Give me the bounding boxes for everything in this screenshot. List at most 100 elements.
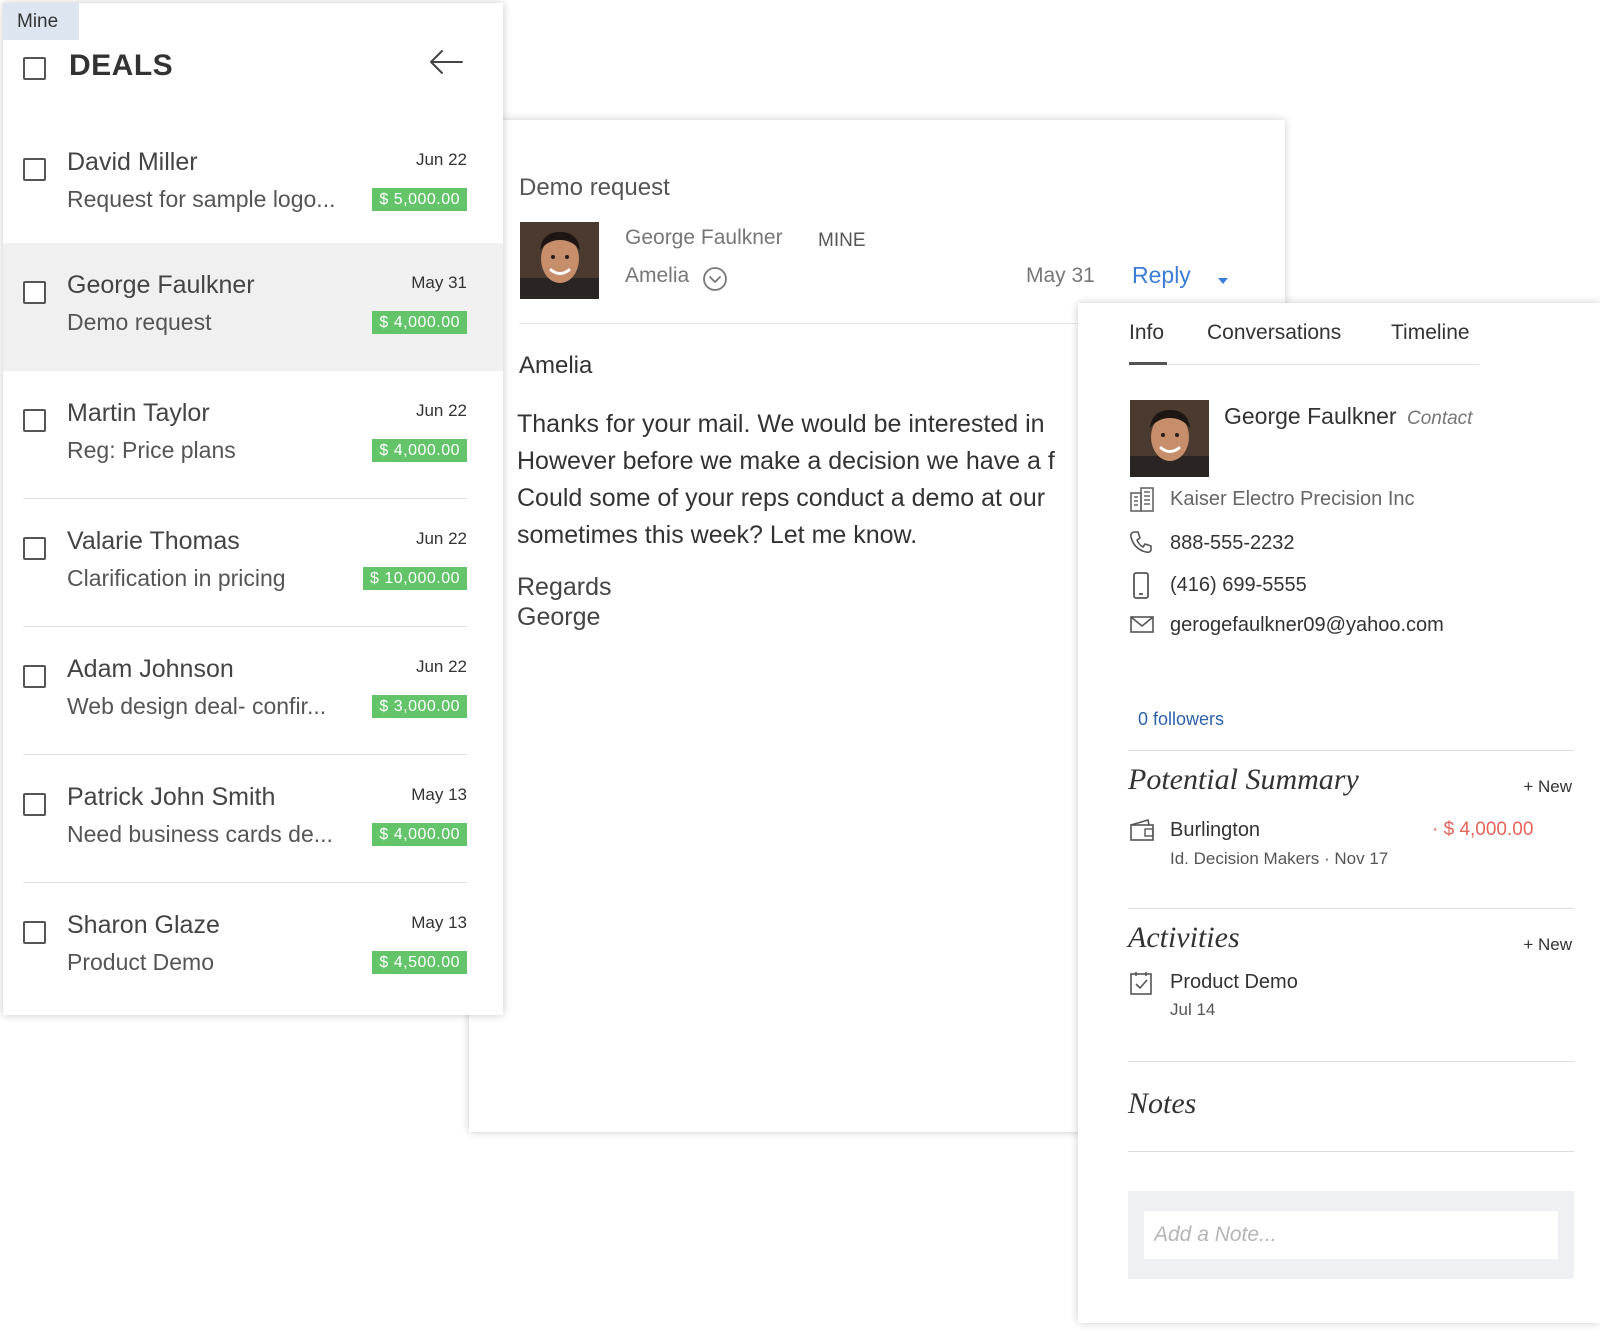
deal-date: Jun 22 [415,150,467,169]
contact-name: George Faulkner Contact [1224,403,1472,430]
tabs-underline [1129,364,1479,365]
task-checkbox-icon [1130,972,1152,995]
email-greeting: Amelia [519,352,593,379]
section-divider [1128,908,1574,909]
deal-subject: Demo request [67,309,212,335]
deal-contact-name: Patrick John Smith [67,783,276,811]
contact-name-text: George Faulkner [1224,403,1397,429]
deal-subject: Request for sample logo... [67,186,336,212]
deal-contact-name: Sharon Glaze [67,911,220,939]
email-body-line: Thanks for your mail. We would be intere… [517,410,1045,438]
email-subject: Demo request [519,174,670,201]
deal-date: Jun 22 [415,657,467,676]
reply-options-caret-icon[interactable] [1216,276,1230,286]
deal-date: Jun 22 [415,529,467,548]
deal-subject: Reg: Price plans [67,437,236,463]
activity-date: Jul 14 [1170,1000,1216,1019]
mobile-phone-icon [1133,572,1149,599]
deal-contact-name: Adam Johnson [67,655,234,683]
email-sender-name: George Faulkner [625,226,783,249]
deal-checkbox[interactable] [23,409,46,432]
section-divider [1128,1151,1574,1152]
email-body: Thanks for your mail. We would be intere… [517,406,1087,556]
deal-row-selected[interactable]: George Faulkner Demo request May 31 $ 4,… [3,243,503,371]
email-address[interactable]: gerogefaulkner09@yahoo.com [1170,614,1444,637]
deal-row[interactable]: Sharon Glaze Product Demo May 13 $ 4,500… [3,883,503,1011]
notes-title: Notes [1128,1087,1197,1120]
activities-title: Activities [1128,921,1240,954]
deal-checkbox[interactable] [23,158,46,181]
chevron-down-circle-icon[interactable] [702,266,728,292]
deal-amount-badge: $ 3,000.00 [372,695,467,718]
deal-subject: Clarification in pricing [67,565,286,591]
followers-link[interactable]: 0 followers [1138,709,1224,730]
deal-checkbox[interactable] [23,793,46,816]
new-activity-button[interactable]: + New [1523,935,1572,955]
deal-checkbox[interactable] [23,665,46,688]
deal-subject: Need business cards de... [67,821,333,847]
potential-summary-title: Potential Summary [1128,763,1359,796]
contact-type-label: Contact [1406,408,1473,429]
email-closing: Regards [517,573,612,601]
email-date: May 31 [1026,264,1095,287]
deal-amount-badge: $ 4,500.00 [372,951,467,974]
email-recipient: Amelia [625,264,690,287]
active-tab-indicator [1129,362,1167,365]
email-signoff: Regards George [517,572,612,632]
activity-name[interactable]: Product Demo [1170,971,1298,994]
deal-subject: Web design deal- confir... [67,693,327,719]
deal-date: Jun 22 [415,401,467,420]
phone-number[interactable]: 888-555-2232 [1170,532,1295,555]
email-body-line: However before we make a decision we hav… [517,447,1055,475]
potential-amount: · $ 4,000.00 [1432,819,1534,840]
mobile-number[interactable]: (416) 699-5555 [1170,574,1307,597]
deal-amount-badge: $ 5,000.00 [372,188,467,211]
email-signature: George [517,603,601,631]
deal-checkbox[interactable] [23,281,46,304]
reply-button[interactable]: Reply [1132,262,1191,289]
deals-panel: Mine DEALS David Miller Request for samp… [3,3,503,1015]
potential-details: Id. Decision Makers · Nov 17 [1170,849,1389,868]
back-arrow-icon[interactable] [428,48,464,76]
section-divider [1128,1061,1574,1062]
new-potential-button[interactable]: + New [1523,777,1572,797]
potential-name[interactable]: Burlington [1170,819,1260,842]
note-container [1128,1191,1574,1279]
add-note-input[interactable] [1144,1211,1558,1259]
phone-icon [1130,531,1152,554]
deal-checkbox[interactable] [23,921,46,944]
email-ownership-tag: MINE [818,230,866,251]
email-body-line: Could some of your reps conduct a demo a… [517,484,1046,512]
deal-date: May 13 [411,785,467,804]
deals-title: DEALS [69,49,174,82]
deal-date: May 13 [411,913,467,932]
deal-amount-badge: $ 4,000.00 [372,311,467,334]
mine-filter-tag[interactable]: Mine [3,3,79,40]
contact-avatar [1130,400,1209,477]
deal-amount-badge: $ 10,000.00 [362,567,467,590]
deal-row[interactable]: Martin Taylor Reg: Price plans Jun 22 $ … [3,371,503,499]
tab-conversations[interactable]: Conversations [1207,321,1341,345]
email-body-line: sometimes this week? Let me know. [517,521,918,549]
deal-amount-badge: $ 4,000.00 [372,439,467,462]
deal-amount-badge: $ 4,000.00 [372,823,467,846]
deal-row[interactable]: Valarie Thomas Clarification in pricing … [3,499,503,627]
wallet-icon [1130,818,1154,841]
envelope-icon [1130,616,1154,633]
deal-row[interactable]: Adam Johnson Web design deal- confir... … [3,627,503,755]
deal-row[interactable]: Patrick John Smith Need business cards d… [3,755,503,883]
tab-info[interactable]: Info [1129,321,1164,345]
sender-avatar [520,222,599,299]
contact-info-panel: Info Conversations Timeline George Faulk… [1078,303,1600,1323]
company-name: Kaiser Electro Precision Inc [1170,488,1415,510]
deal-subject: Product Demo [67,949,215,975]
select-all-checkbox[interactable] [23,57,46,80]
deal-contact-name: Martin Taylor [67,399,210,427]
deal-contact-name: Valarie Thomas [67,527,240,555]
building-icon [1130,487,1154,512]
deal-checkbox[interactable] [23,537,46,560]
deal-contact-name: David Miller [67,148,198,176]
deal-date: May 31 [411,273,467,292]
tab-timeline[interactable]: Timeline [1391,321,1470,345]
deal-row[interactable]: David Miller Request for sample logo... … [3,120,503,248]
